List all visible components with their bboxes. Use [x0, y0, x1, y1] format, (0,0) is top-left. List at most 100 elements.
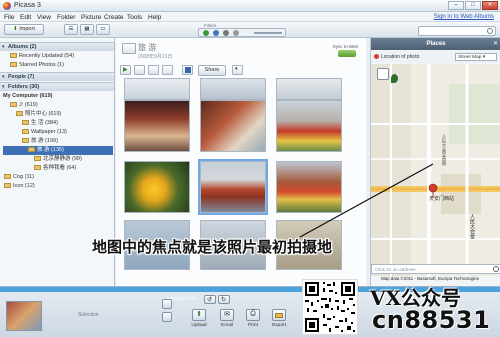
tree-life[interactable]: 生 活 (384): [22, 119, 58, 128]
album-recently-updated[interactable]: Recently Updated (54): [10, 52, 74, 61]
export-button[interactable]: [272, 309, 286, 321]
folder-large-icon: [122, 43, 136, 54]
tree-travel-selected[interactable]: 旅 游 (135): [3, 146, 113, 155]
qr-pattern: [303, 280, 357, 334]
folder-icon: [10, 101, 17, 107]
geotag-filter-icon[interactable]: [233, 30, 239, 36]
maximize-button[interactable]: □: [465, 1, 481, 10]
places-pane: Places ✕ Location of photo Street Map ▾ …: [370, 38, 500, 286]
view-detail-button[interactable]: ▭: [96, 24, 110, 35]
menu-folder[interactable]: Folder: [57, 14, 75, 21]
map-marker-icon[interactable]: [391, 74, 398, 83]
tree-travel-parent[interactable]: 旅 游 (199): [22, 137, 58, 146]
time-slider[interactable]: [254, 32, 282, 34]
faces-filter-icon[interactable]: [223, 30, 229, 36]
photo-thumb[interactable]: [124, 78, 190, 100]
tree-photo-center[interactable]: 照片中心 (619): [16, 110, 61, 119]
movie-button[interactable]: [148, 65, 159, 75]
rotate-left-button[interactable]: ↺: [204, 295, 216, 304]
menu-bar: File Edit View Folder Picture Create Too…: [0, 12, 500, 22]
import-button[interactable]: ⬇ Import: [4, 24, 44, 35]
play-slideshow-button[interactable]: ▶: [120, 65, 131, 75]
share-dropdown-button[interactable]: ▾: [232, 65, 243, 75]
tray-thumbnail[interactable]: [6, 301, 42, 331]
folder-icon: [4, 182, 11, 188]
close-button[interactable]: ✕: [482, 1, 498, 10]
map-label-road: 人民大会堂西路: [442, 134, 447, 166]
rotate-right-button[interactable]: ↻: [218, 295, 230, 304]
hold-button[interactable]: [162, 299, 172, 309]
folder-title: 旅 游: [138, 43, 157, 52]
photo-thumb[interactable]: [124, 161, 190, 213]
view-list-button[interactable]: ☰: [64, 24, 78, 35]
upload-button[interactable]: ⬆: [192, 309, 206, 321]
menu-picture[interactable]: Picture: [81, 14, 101, 21]
minimize-button[interactable]: –: [448, 1, 464, 10]
tree-cog[interactable]: Cog (11): [4, 173, 34, 182]
geotag-button[interactable]: [162, 65, 173, 75]
save-button[interactable]: [182, 65, 193, 75]
menu-help[interactable]: Help: [148, 14, 161, 21]
map-zoom-control[interactable]: [377, 68, 389, 80]
sync-label: Sync to Web: [332, 44, 358, 49]
rotate-left-icon: ↺: [207, 297, 213, 303]
address-search-input[interactable]: Click for an address: [371, 264, 500, 274]
qr-code: [302, 279, 358, 335]
upload-label: Upload: [191, 323, 207, 328]
photo-thumb[interactable]: [200, 100, 266, 152]
collage-button[interactable]: [134, 65, 145, 75]
menu-tools[interactable]: Tools: [127, 14, 142, 21]
folder-icon: [16, 110, 23, 116]
photo-thumb[interactable]: [200, 78, 266, 100]
star-filter-icon[interactable]: [203, 30, 209, 36]
albums-header[interactable]: Albums (2): [0, 42, 114, 51]
sync-toggle[interactable]: [338, 50, 356, 57]
folder-icon: [28, 146, 35, 152]
menu-edit[interactable]: Edit: [20, 14, 31, 21]
photo-thumb[interactable]: [276, 161, 342, 213]
people-header[interactable]: People (7): [0, 72, 114, 81]
tree-drive-j[interactable]: J: (619): [10, 101, 38, 110]
tree-wallpaper[interactable]: Wallpaper (13): [22, 128, 67, 137]
annotation-caption: 地图中的焦点就是该照片最初拍摄地: [92, 239, 333, 256]
list-view-icon: ☰: [68, 26, 74, 32]
folder-icon: [4, 173, 11, 179]
folder-icon: [22, 137, 29, 143]
location-pin-icon: [374, 54, 379, 59]
folder-toolbar: ▶ Share ▾: [116, 64, 366, 78]
folder-date: 2008年9月21日: [138, 54, 173, 60]
tree-my-computer[interactable]: My Computer (619): [3, 92, 53, 101]
sign-in-link[interactable]: Sign in to Web Albums: [434, 14, 494, 20]
export-label: Export: [272, 323, 286, 328]
view-grid-button[interactable]: ▦: [80, 24, 94, 35]
places-header: Places ✕: [371, 38, 500, 50]
map-view[interactable]: 天安门西站 人民大会堂西路 人民大会堂: [371, 64, 500, 276]
clear-button[interactable]: [162, 312, 172, 322]
menu-file[interactable]: File: [4, 14, 14, 21]
video-filter-icon[interactable]: [213, 30, 219, 36]
folder-icon: [22, 128, 29, 134]
map-type-dropdown[interactable]: Street Map ▾: [455, 53, 497, 61]
tree-misc[interactable]: 各种我看 (64): [34, 164, 76, 173]
share-button[interactable]: Share: [198, 65, 226, 76]
tree-icon[interactable]: Icon (12): [4, 182, 35, 191]
photo-thumb-selected[interactable]: [198, 159, 268, 215]
album-starred-photos[interactable]: Starred Photos (1): [10, 61, 64, 70]
email-button[interactable]: ✉: [220, 309, 234, 321]
menu-create[interactable]: Create: [104, 14, 124, 21]
picasa-logo-icon: [3, 2, 11, 10]
close-places-icon[interactable]: ✕: [493, 38, 498, 50]
folders-header[interactable]: Folders (30): [0, 82, 114, 91]
search-icon: [493, 266, 499, 272]
grid-view-icon: ▦: [84, 26, 90, 32]
export-folder-icon: [275, 313, 283, 318]
window-controls: – □ ✕: [448, 1, 498, 10]
photo-thumb[interactable]: [276, 78, 342, 100]
menu-view[interactable]: View: [37, 14, 51, 21]
import-icon: ⬇: [13, 26, 18, 32]
search-input[interactable]: [418, 26, 496, 36]
print-button[interactable]: ⎙: [246, 309, 260, 321]
photo-thumb[interactable]: [276, 100, 342, 152]
tree-beijing[interactable]: 北京静静游 (99): [34, 155, 82, 164]
photo-thumb[interactable]: [124, 100, 190, 152]
